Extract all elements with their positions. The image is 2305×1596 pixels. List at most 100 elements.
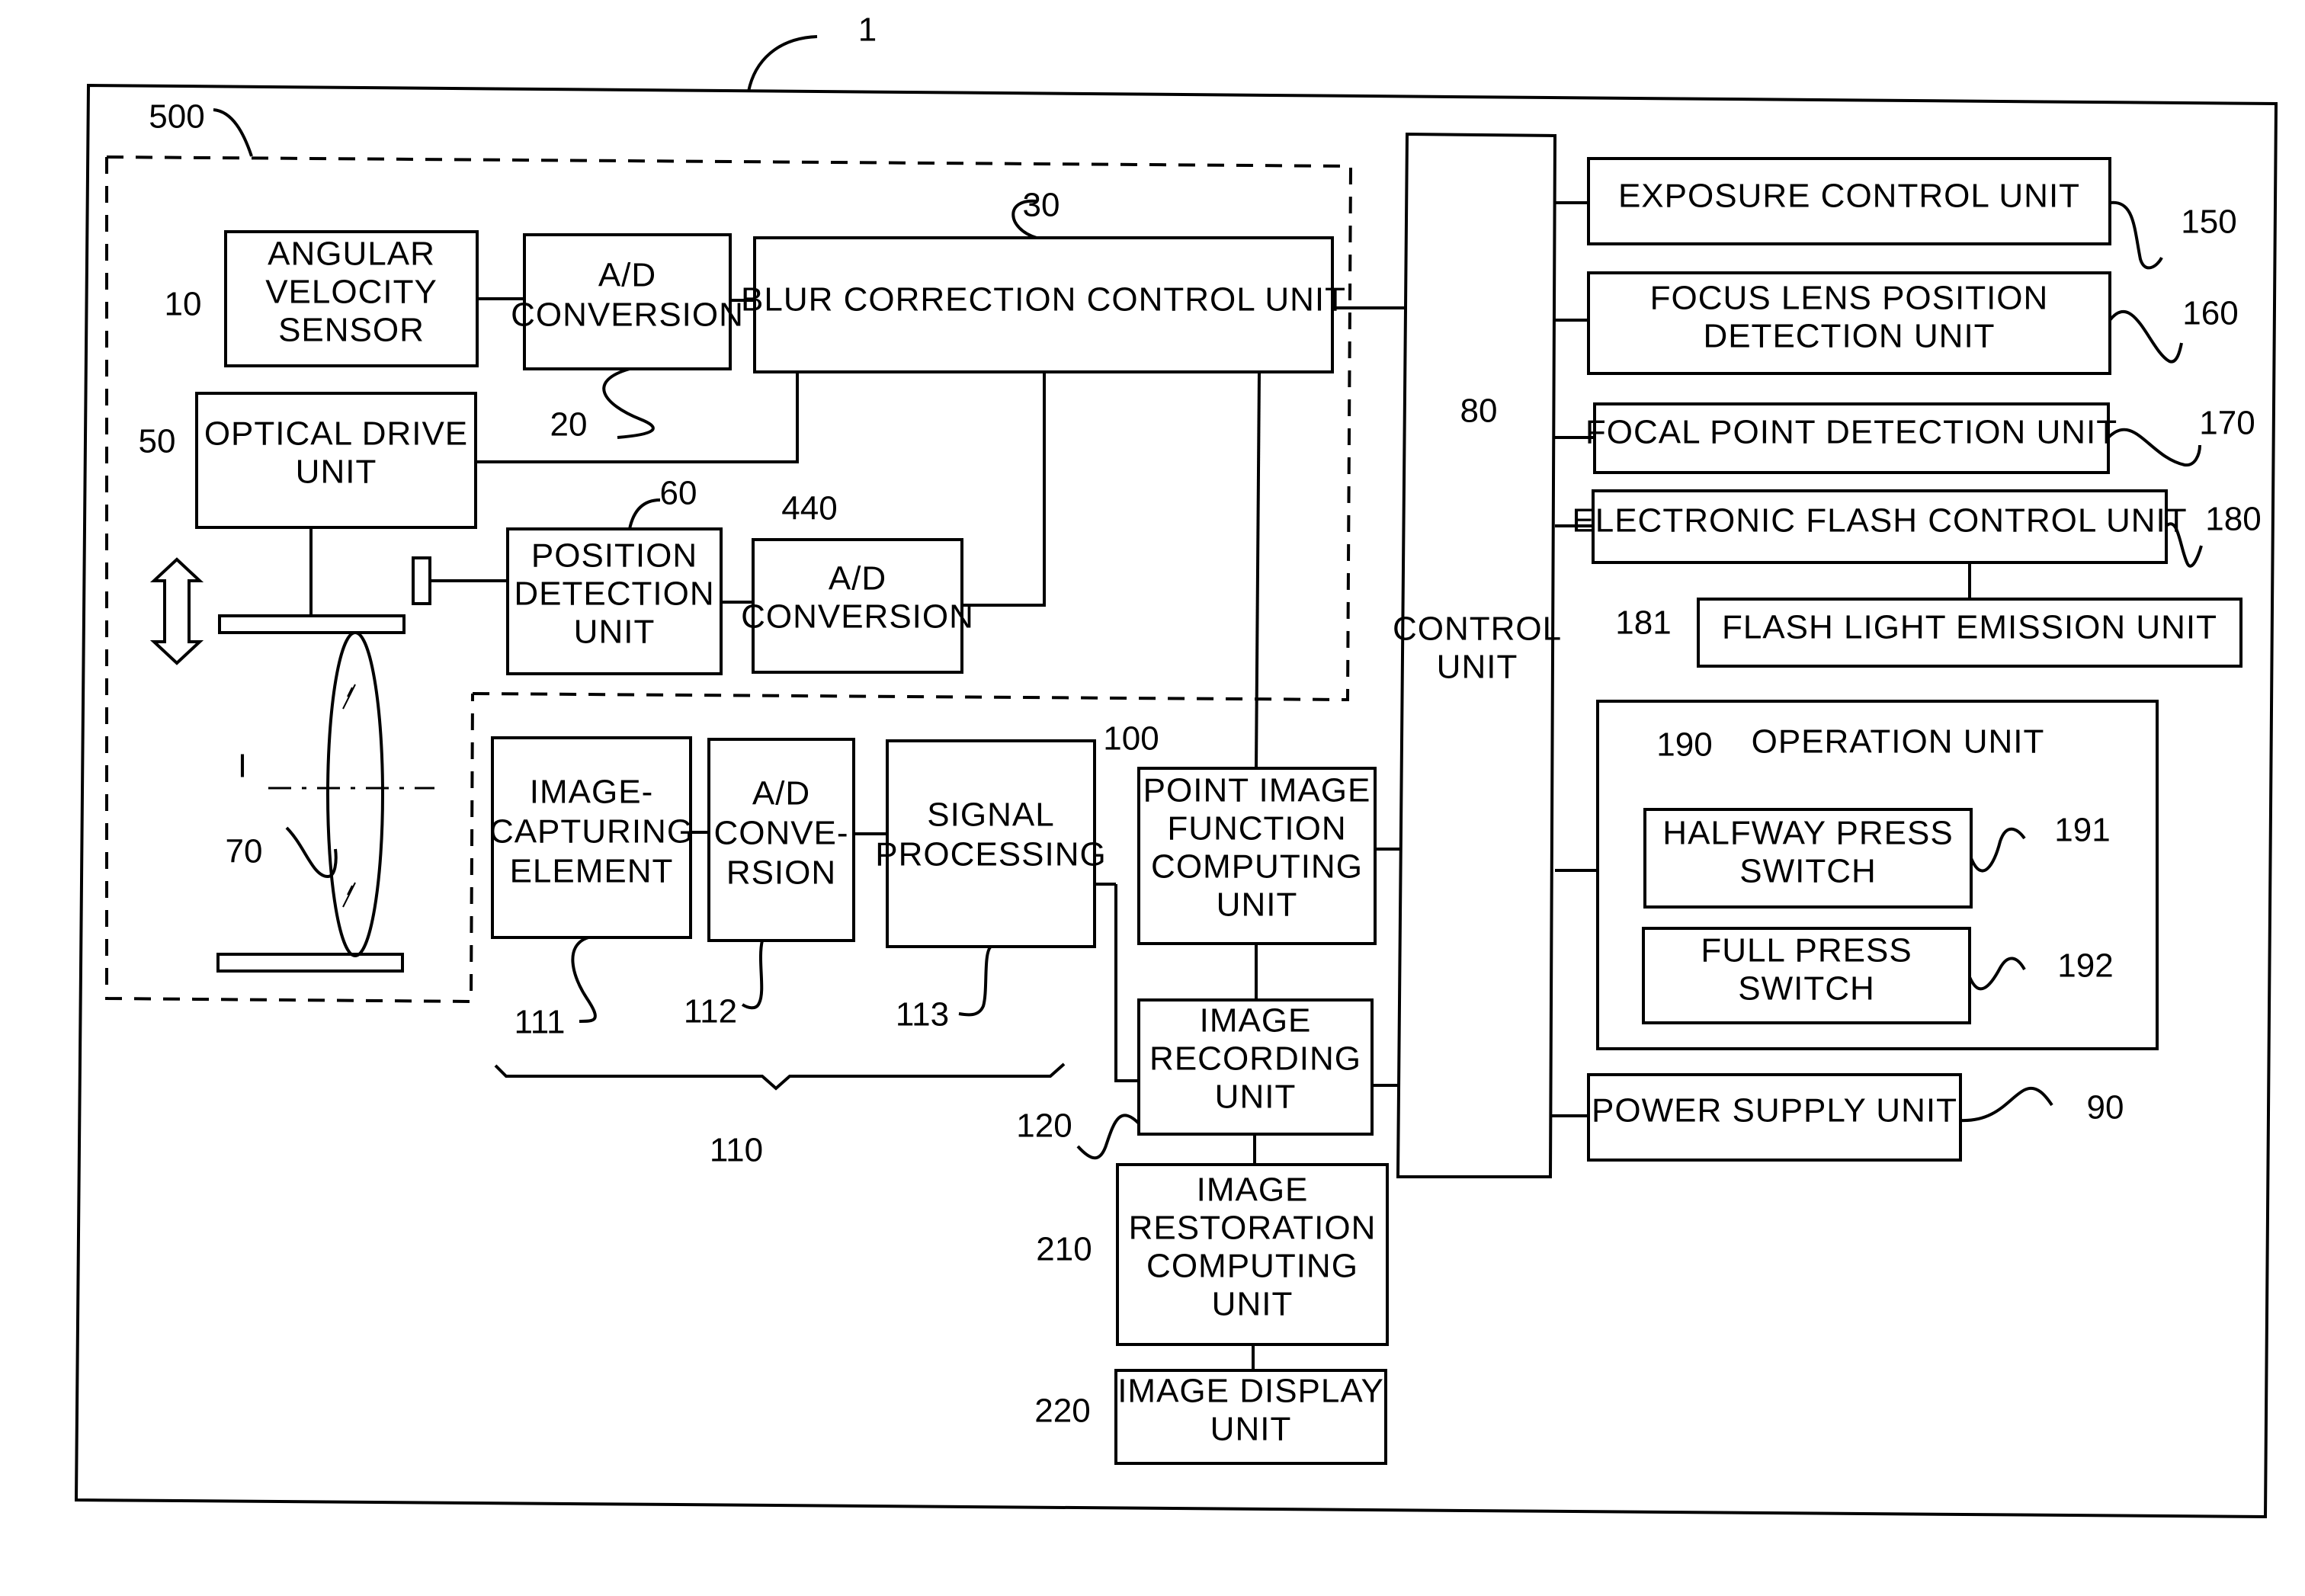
ad-conversion-112-label-2: CONVE- [713,815,848,852]
optical-drive-unit-label-2: UNIT [296,453,377,491]
electronic-flash-control-unit-label: ELECTRONIC FLASH CONTROL UNIT [1572,502,2187,540]
point-image-function-computing-unit-label-4: UNIT [1217,886,1298,924]
lens-hatch-top [342,684,356,710]
image-restoration-computing-unit-label-2: RESTORATION [1129,1210,1377,1247]
ref-170: 170 [2199,405,2255,442]
ref-20: 20 [550,406,588,444]
ad-conversion-20-label-1: A/D [598,257,656,294]
ref-60: 60 [660,475,697,512]
lens-holder-top [218,614,406,634]
ref-180: 180 [2205,501,2261,538]
angular-velocity-sensor-label-1: ANGULAR [268,236,435,273]
image-restoration-computing-unit-label-1: IMAGE [1197,1171,1309,1209]
focus-lens-position-detection-unit-label-1: FOCUS LENS POSITION [1650,280,2049,317]
point-image-function-computing-unit-label-2: FUNCTION [1167,810,1346,848]
ad-conversion-112-label-3: RSION [726,854,836,892]
conn-113-120-path [1114,884,1139,1082]
image-restoration-computing-unit-label-4: UNIT [1212,1286,1294,1323]
ref-113: 113 [896,996,949,1034]
double-arrow-icon [149,557,204,665]
position-sensor-element [412,556,431,605]
blur-correction-control-unit-label: BLUR CORRECTION CONTROL UNIT [741,281,1346,319]
ref-120: 120 [1016,1107,1072,1145]
ref-181: 181 [1615,604,1671,642]
flash-light-emission-unit-label: FLASH LIGHT EMISSION UNIT [1722,609,2217,646]
point-image-function-computing-unit-label-1: POINT IMAGE [1143,772,1371,809]
position-detection-unit-label-2: DETECTION [514,575,714,613]
optical-drive-unit-label-1: OPTICAL DRIVE [204,415,468,453]
ad-conversion-112-label-1: A/D [752,775,810,812]
group-110-brace [494,1062,1066,1091]
ref-90: 90 [2087,1089,2124,1126]
ref-440: 440 [781,490,837,527]
exposure-control-unit-label: EXPOSURE CONTROL UNIT [1618,178,2080,215]
block-diagram: 1 500 ANGULAR VELOCITY SENSOR 10 A/D CON… [74,11,2278,1519]
image-capturing-element-label-3: ELEMENT [510,853,674,890]
ref-220: 220 [1034,1392,1090,1430]
ref-110: 110 [710,1132,763,1169]
leader-500 [213,108,253,157]
ref-160: 160 [2182,295,2238,332]
ref-190: 190 [1656,726,1712,764]
ref-210: 210 [1036,1231,1092,1268]
position-detection-unit-label-3: UNIT [574,614,656,651]
point-image-function-computing-unit-label-3: COMPUTING [1151,848,1363,886]
image-capturing-element-label-1: IMAGE- [530,774,653,811]
lens-hatch-bottom [342,882,356,908]
ref-70: 70 [226,833,263,870]
halfway-press-switch-label-2: SWITCH [1739,853,1877,890]
ref-500: 500 [149,98,204,136]
angular-velocity-sensor-label-2: VELOCITY [265,274,438,311]
lens-holder-bottom [216,953,404,973]
image-recording-unit-label-2: RECORDING [1149,1040,1361,1078]
leader-90 [1960,1087,2053,1123]
focal-point-detection-unit-label: FOCAL POINT DETECTION UNIT [1585,414,2117,451]
ad-conversion-20-label-2: CONVERSION [511,296,744,334]
image-display-unit-label-2: UNIT [1210,1411,1292,1448]
full-press-switch-label-1: FULL PRESS [1701,932,1912,969]
optical-axis-label: I [238,748,247,785]
leader-60 [628,498,661,530]
image-recording-unit-label-3: UNIT [1215,1078,1297,1116]
halfway-press-switch-label-1: HALFWAY PRESS [1662,815,1953,852]
image-restoration-computing-unit-label-3: COMPUTING [1146,1248,1358,1285]
ref-150: 150 [2181,204,2236,241]
signal-processing-label-1: SIGNAL [927,796,1054,834]
ref-112: 112 [684,993,737,1030]
leader-160 [2108,310,2183,364]
image-display-unit-label-1: IMAGE DISPLAY [1117,1373,1384,1410]
ref-111: 111 [515,1004,566,1041]
full-press-switch-label-2: SWITCH [1738,970,1875,1008]
ref-30: 30 [1023,187,1060,224]
ref-80: 80 [1460,393,1498,430]
ref-10: 10 [165,286,202,323]
leader-1 [747,35,818,92]
leader-112 [741,940,764,1010]
power-supply-unit-label: POWER SUPPLY UNIT [1592,1092,1957,1130]
angular-velocity-sensor-label-3: SENSOR [278,312,425,349]
operation-unit-label: OPERATION UNIT [1752,723,2045,761]
leader-20 [602,367,655,439]
leader-113 [958,945,992,1017]
image-capturing-element-label-2: CAPTURING [489,813,694,851]
leader-111 [571,936,597,1023]
ad-conversion-440-label-1: A/D [829,560,886,598]
conn-440-30 [962,372,1046,607]
ref-100: 100 [1103,720,1159,758]
signal-processing-label-2: PROCESSING [875,836,1106,873]
ad-conversion-440-label-2: CONVERSION [741,598,974,636]
leader-170 [2107,428,2201,467]
leader-150 [2109,200,2163,270]
position-detection-unit-label-1: POSITION [531,537,697,575]
lens-70 [326,631,384,957]
conn-30-100 [1255,373,1261,769]
control-unit-label-1: CONTROL [1393,611,1562,648]
ref-192: 192 [2057,947,2113,985]
ref-50: 50 [139,423,176,460]
control-unit-label-2: UNIT [1437,649,1518,686]
ref-191: 191 [2054,812,2110,849]
focus-lens-position-detection-unit-label-2: DETECTION UNIT [1703,318,1995,355]
image-recording-unit-label-1: IMAGE [1200,1002,1312,1040]
leader-120 [1076,1114,1140,1160]
ref-1: 1 [858,11,877,49]
